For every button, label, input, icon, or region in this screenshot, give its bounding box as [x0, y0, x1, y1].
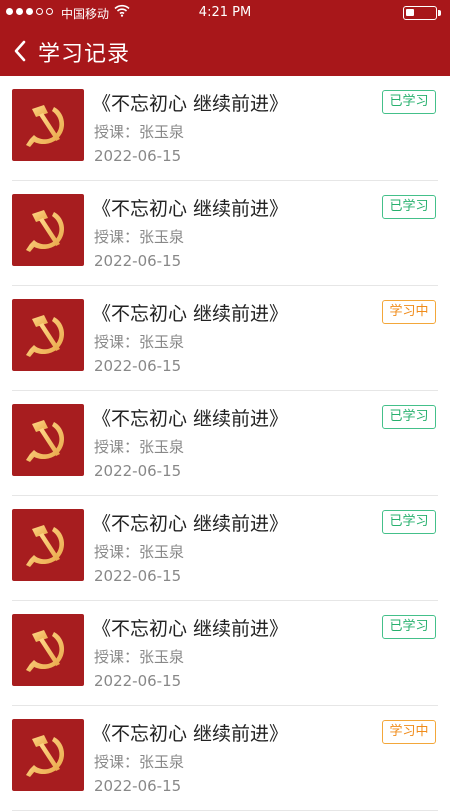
course-teacher: 授课：张玉泉	[94, 333, 185, 351]
course-date: 2022-06-15	[94, 777, 182, 795]
back-chevron-icon[interactable]	[10, 38, 30, 64]
record-list-item[interactable]: 《不忘初心 继续前进》 授课：张玉泉 2022-06-15 已学习	[12, 181, 438, 286]
hammer-sickle-icon	[26, 420, 65, 462]
app-header: 中国移动 4:21 PM 学习记录	[0, 0, 450, 76]
course-date: 2022-06-15	[94, 462, 182, 480]
hammer-sickle-icon	[26, 210, 65, 252]
status-badge: 已学习	[382, 195, 436, 219]
status-badge: 已学习	[382, 405, 436, 429]
course-thumbnail	[12, 404, 84, 476]
status-badge: 已学习	[382, 90, 436, 114]
record-list-item[interactable]: 《不忘初心 继续前进》 授课：张玉泉 2022-06-15 已学习	[12, 601, 438, 706]
course-date: 2022-06-15	[94, 567, 182, 585]
status-badge: 学习中	[382, 300, 436, 324]
status-bar: 中国移动 4:21 PM	[0, 0, 450, 26]
course-thumbnail	[12, 614, 84, 686]
status-badge: 学习中	[382, 720, 436, 744]
hammer-sickle-icon	[26, 525, 65, 567]
status-badge: 已学习	[382, 615, 436, 639]
course-date: 2022-06-15	[94, 147, 182, 165]
course-title: 《不忘初心 继续前进》	[92, 303, 289, 325]
course-teacher: 授课：张玉泉	[94, 438, 185, 456]
course-title: 《不忘初心 继续前进》	[92, 408, 289, 430]
course-teacher: 授课：张玉泉	[94, 123, 185, 141]
course-title: 《不忘初心 继续前进》	[92, 198, 289, 220]
record-list-item[interactable]: 《不忘初心 继续前进》 授课：张玉泉 2022-06-15 学习中	[12, 286, 438, 391]
record-list-item[interactable]: 《不忘初心 继续前进》 授课：张玉泉 2022-06-15 已学习	[12, 496, 438, 601]
course-title: 《不忘初心 继续前进》	[92, 618, 289, 640]
status-time: 4:21 PM	[198, 5, 252, 20]
course-thumbnail	[12, 719, 84, 791]
page-title: 学习记录	[38, 42, 131, 67]
record-list-item[interactable]: 《不忘初心 继续前进》 授课：张玉泉 2022-06-15 学习中	[12, 706, 438, 811]
hammer-sickle-icon	[26, 105, 65, 147]
course-teacher: 授课：张玉泉	[94, 543, 185, 561]
course-thumbnail	[12, 194, 84, 266]
course-date: 2022-06-15	[94, 357, 182, 375]
course-title: 《不忘初心 继续前进》	[92, 513, 289, 535]
course-title: 《不忘初心 继续前进》	[92, 723, 289, 745]
course-thumbnail	[12, 89, 84, 161]
course-date: 2022-06-15	[94, 252, 182, 270]
study-record-list: 《不忘初心 继续前进》 授课：张玉泉 2022-06-15 已学习 《不忘初心 …	[0, 76, 450, 811]
course-teacher: 授课：张玉泉	[94, 228, 185, 246]
course-title: 《不忘初心 继续前进》	[92, 93, 289, 115]
course-teacher: 授课：张玉泉	[94, 753, 185, 771]
record-list-item[interactable]: 《不忘初心 继续前进》 授课：张玉泉 2022-06-15 已学习	[12, 76, 438, 181]
course-thumbnail	[12, 509, 84, 581]
battery-icon	[403, 6, 441, 20]
course-thumbnail	[12, 299, 84, 371]
hammer-sickle-icon	[26, 315, 65, 357]
nav-bar: 学习记录	[0, 26, 450, 76]
hammer-sickle-icon	[26, 630, 65, 672]
record-list-item[interactable]: 《不忘初心 继续前进》 授课：张玉泉 2022-06-15 已学习	[12, 391, 438, 496]
status-badge: 已学习	[382, 510, 436, 534]
hammer-sickle-icon	[26, 735, 65, 777]
course-date: 2022-06-15	[94, 672, 182, 690]
course-teacher: 授课：张玉泉	[94, 648, 185, 666]
